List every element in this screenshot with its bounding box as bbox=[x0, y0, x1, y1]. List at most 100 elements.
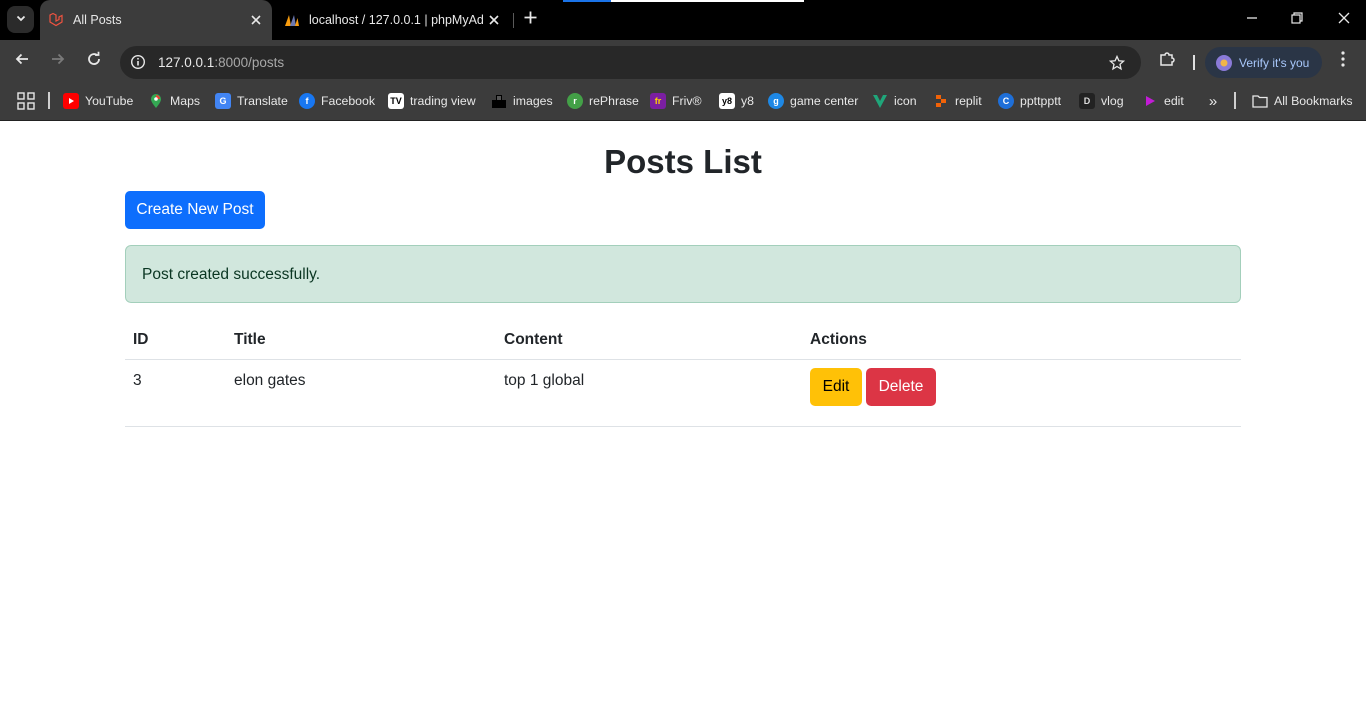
bookmark-trading-view[interactable]: TV trading view bbox=[388, 91, 476, 111]
minimize-button[interactable] bbox=[1240, 8, 1264, 32]
page-title: Posts List bbox=[604, 143, 762, 180]
tradingview-icon: TV bbox=[388, 93, 404, 109]
verify-label: Verify it's you bbox=[1239, 55, 1310, 70]
bookmark-icon[interactable]: icon bbox=[872, 91, 917, 111]
bookmark-label: rePhrase bbox=[589, 94, 639, 108]
bookmark-translate[interactable]: G Translate bbox=[215, 91, 288, 111]
bookmarks-divider bbox=[1234, 92, 1236, 109]
new-tab-button[interactable] bbox=[519, 9, 541, 31]
cell-actions: Edit Delete bbox=[802, 359, 1241, 427]
close-icon[interactable] bbox=[245, 9, 267, 31]
create-new-post-button[interactable]: Create New Post bbox=[125, 191, 265, 229]
column-header-id: ID bbox=[125, 320, 226, 360]
images-icon bbox=[491, 93, 507, 109]
edit-button[interactable]: Edit bbox=[810, 368, 862, 406]
loading-indicator bbox=[563, 0, 804, 2]
toolbar-divider bbox=[1193, 55, 1195, 70]
address-bar[interactable]: 127.0.0.1:8000/posts bbox=[120, 46, 1141, 79]
maps-icon bbox=[148, 93, 164, 109]
tab-title: All Posts bbox=[73, 13, 122, 27]
canva-icon: C bbox=[998, 93, 1014, 109]
back-button[interactable] bbox=[11, 50, 33, 72]
cell-title: elon gates bbox=[226, 359, 496, 427]
bookmark-game-center[interactable]: g game center bbox=[768, 91, 858, 111]
chevron-double-right-icon: » bbox=[1208, 92, 1218, 110]
close-icon[interactable] bbox=[483, 9, 505, 31]
bookmark-label: y8 bbox=[741, 94, 754, 108]
table-row: 3 elon gates top 1 global Edit Delete bbox=[125, 359, 1241, 427]
reload-icon bbox=[86, 51, 102, 72]
extensions-button[interactable] bbox=[1157, 51, 1177, 71]
bookmark-label: YouTube bbox=[85, 94, 134, 108]
chevron-down-icon bbox=[15, 11, 27, 29]
more-bookmarks-button[interactable]: » bbox=[1203, 91, 1223, 111]
delete-button[interactable]: Delete bbox=[866, 368, 936, 406]
bookmark-label: replit bbox=[955, 94, 982, 108]
bookmark-label: game center bbox=[790, 94, 859, 108]
apps-grid-icon[interactable] bbox=[17, 92, 35, 110]
tab-all-posts[interactable]: All Posts bbox=[40, 0, 272, 40]
vlog-icon: D bbox=[1079, 93, 1095, 109]
column-header-content: Content bbox=[496, 320, 802, 360]
tab-divider bbox=[513, 13, 514, 28]
arrow-right-icon bbox=[50, 51, 66, 72]
url-text: 127.0.0.1:8000/posts bbox=[158, 55, 284, 70]
minimize-icon bbox=[1246, 11, 1258, 29]
star-icon[interactable] bbox=[1107, 53, 1127, 73]
bookmark-label: vlog bbox=[1101, 94, 1124, 108]
translate-icon: G bbox=[215, 93, 231, 109]
folder-icon bbox=[1252, 93, 1268, 109]
browser-menu-button[interactable] bbox=[1333, 50, 1353, 72]
plus-icon bbox=[524, 11, 537, 29]
bookmark-label: edit bbox=[1164, 94, 1184, 108]
cell-id: 3 bbox=[125, 359, 226, 427]
tab-strip: All Posts localhost / 127.0.0.1 | phpMyA… bbox=[0, 0, 1366, 40]
close-icon bbox=[1338, 11, 1350, 29]
bookmark-label: Translate bbox=[237, 94, 288, 108]
profile-verify-button[interactable]: Verify it's you bbox=[1205, 47, 1322, 78]
restore-button[interactable] bbox=[1285, 8, 1309, 32]
bookmark-label: Maps bbox=[170, 94, 201, 108]
tab-title: localhost / 127.0.0.1 | phpMyAdmin bbox=[309, 13, 483, 27]
tab-phpmyadmin[interactable]: localhost / 127.0.0.1 | phpMyAdmin bbox=[276, 0, 510, 40]
bookmark-ppttpptt[interactable]: C ppttpptt bbox=[998, 91, 1061, 111]
rephrase-icon: r bbox=[567, 93, 583, 109]
tab-search-button[interactable] bbox=[7, 6, 34, 33]
bookmark-edit[interactable]: edit bbox=[1142, 91, 1184, 111]
more-vertical-icon bbox=[1341, 50, 1345, 72]
bookmark-vlog[interactable]: D vlog bbox=[1079, 91, 1124, 111]
y8-icon: y8 bbox=[719, 93, 735, 109]
bookmark-y8[interactable]: y8 y8 bbox=[719, 91, 754, 111]
close-window-button[interactable] bbox=[1332, 8, 1356, 32]
restore-icon bbox=[1291, 11, 1303, 29]
forward-button[interactable] bbox=[47, 50, 69, 72]
column-header-title: Title bbox=[226, 320, 496, 360]
bookmark-replit[interactable]: replit bbox=[933, 91, 982, 111]
bookmark-maps[interactable]: Maps bbox=[148, 91, 200, 111]
alert-message: Post created successfully. bbox=[142, 266, 321, 283]
bookmark-facebook[interactable]: f Facebook bbox=[299, 91, 375, 111]
reload-button[interactable] bbox=[83, 50, 105, 72]
friv-icon: fr bbox=[650, 93, 666, 109]
replit-icon bbox=[933, 93, 949, 109]
bookmarks-bar: YouTube Maps G Translate f Facebook TV t… bbox=[0, 82, 1366, 121]
all-bookmarks-button[interactable]: All Bookmarks bbox=[1252, 91, 1353, 111]
bookmark-youtube[interactable]: YouTube bbox=[63, 91, 133, 111]
bookmarks-divider bbox=[48, 92, 50, 109]
bookmark-friv[interactable]: fr Friv® bbox=[650, 91, 702, 111]
edit-app-icon bbox=[1142, 93, 1158, 109]
bookmark-label: ppttpptt bbox=[1020, 94, 1062, 108]
bookmark-label: images bbox=[513, 94, 553, 108]
url-path: :8000/posts bbox=[214, 55, 285, 70]
table-header-row: ID Title Content Actions bbox=[125, 320, 1241, 360]
bookmark-label: trading view bbox=[410, 94, 476, 108]
bookmark-images[interactable]: images bbox=[491, 91, 553, 111]
browser-toolbar: 127.0.0.1:8000/posts Verify it's you bbox=[0, 40, 1366, 82]
vuetify-icon bbox=[872, 93, 888, 109]
url-host: 127.0.0.1 bbox=[158, 55, 215, 70]
bookmark-rephrase[interactable]: r rePhrase bbox=[567, 91, 639, 111]
avatar bbox=[1216, 54, 1232, 71]
arrow-left-icon bbox=[14, 51, 30, 72]
site-info-icon[interactable] bbox=[128, 52, 148, 72]
success-alert: Post created successfully. bbox=[125, 245, 1241, 303]
